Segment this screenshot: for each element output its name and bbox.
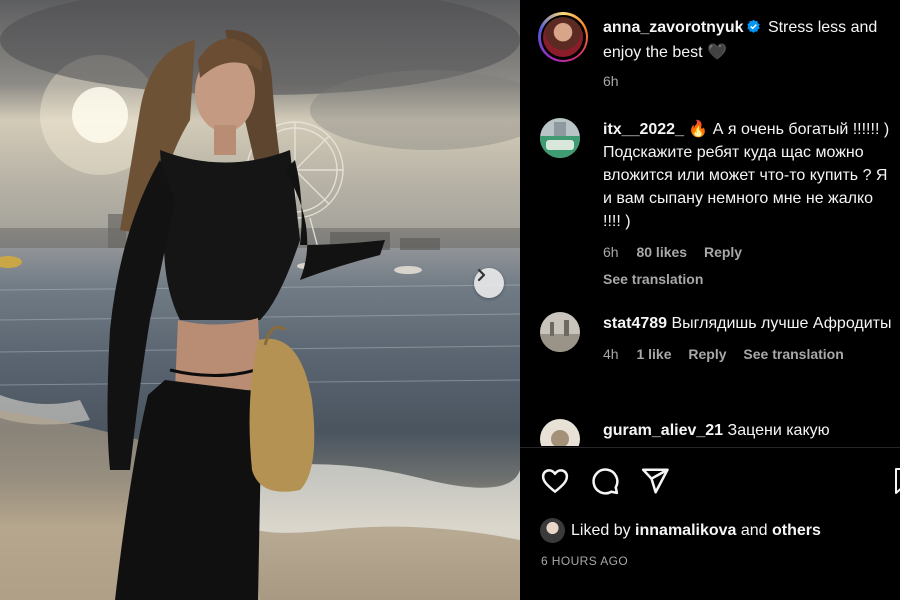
beach-photo-illustration xyxy=(0,0,520,600)
commenter-avatar[interactable] xyxy=(540,419,580,446)
comment-meta: 4h 1 like Reply See translation xyxy=(603,343,893,366)
see-translation-link[interactable]: See translation xyxy=(743,346,843,362)
commenter-avatar[interactable] xyxy=(540,312,580,352)
heart-icon[interactable] xyxy=(540,466,570,501)
verified-badge-icon xyxy=(746,18,761,41)
see-translation-link[interactable]: See translation xyxy=(603,268,893,291)
comment-text: Выглядишь лучше Афродиты xyxy=(671,315,892,332)
comment-username[interactable]: itx__2022_ xyxy=(603,121,684,138)
commenter-avatar[interactable] xyxy=(540,118,580,158)
comment-time: 6h xyxy=(603,244,619,260)
comment-likes-count[interactable]: 1 like xyxy=(636,346,671,362)
post-photo[interactable] xyxy=(0,0,520,600)
comment-bubble-icon[interactable] xyxy=(590,466,620,501)
liked-by-summary[interactable]: Liked by innamalikova and others xyxy=(540,518,821,543)
comment-meta: 6h 80 likes Reply xyxy=(603,241,893,264)
comment-username[interactable]: stat4789 xyxy=(603,315,667,332)
liked-by-user[interactable]: innamalikova xyxy=(635,522,736,540)
comment-body: itx__2022_ 🔥 А я очень богатый !!!!!! ) … xyxy=(603,118,893,291)
liker-avatar xyxy=(540,518,565,543)
comment-body: stat4789 Выглядишь лучше Афродиты 4h 1 l… xyxy=(603,312,893,366)
paper-plane-icon[interactable] xyxy=(640,466,670,501)
comments-list[interactable]: itx__2022_ 🔥 А я очень богатый !!!!!! ) … xyxy=(538,118,900,446)
liked-by-prefix: Liked by xyxy=(571,521,631,539)
comment-time: 4h xyxy=(603,346,619,362)
post-time-ago: 6h xyxy=(603,73,619,89)
post-side-panel: anna_zavorotnyuk Stress less and enjoy t… xyxy=(520,0,900,600)
author-username[interactable]: anna_zavorotnyuk xyxy=(603,19,743,36)
next-photo-button[interactable] xyxy=(474,268,504,298)
post-timestamp: 6 HOURS AGO xyxy=(541,554,629,568)
reply-button[interactable]: Reply xyxy=(704,244,742,260)
reply-button[interactable]: Reply xyxy=(688,346,726,362)
comment-username[interactable]: guram_aliev_21 xyxy=(603,422,723,439)
comment-body: guram_aliev_21 Зацени какую xyxy=(603,419,893,442)
comment-likes-count[interactable]: 80 likes xyxy=(636,244,687,260)
liked-by-and: and xyxy=(740,521,768,539)
liked-by-others[interactable]: others xyxy=(772,522,821,540)
author-avatar[interactable] xyxy=(538,12,588,62)
bookmark-icon[interactable] xyxy=(892,466,900,501)
actions-divider xyxy=(520,447,900,448)
caption-text-block: anna_zavorotnyuk Stress less and enjoy t… xyxy=(603,16,893,93)
post-actions-bar xyxy=(540,466,900,498)
comment-text: Зацени какую xyxy=(727,422,830,439)
